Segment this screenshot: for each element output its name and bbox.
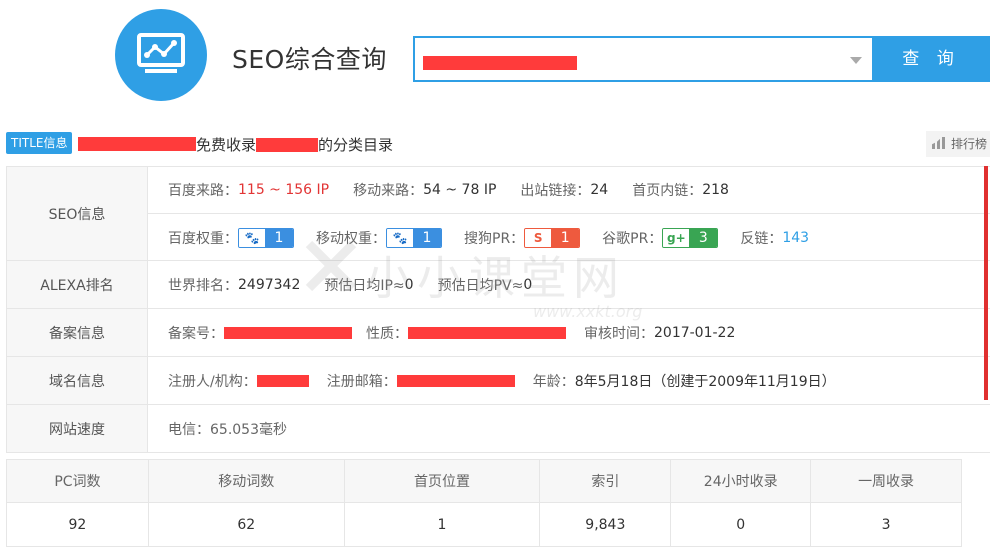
redacted-registrant (256, 374, 309, 387)
rank-button[interactable]: 排行榜 (926, 131, 990, 157)
speed-line: 电信：65.053毫秒 (148, 405, 990, 452)
baidu-weight-badge[interactable]: 🐾 1 (238, 227, 294, 248)
row-alexa: ALEXA排名 世界排名： 2497342 预估日均IP≈ 0 预估日均PV≈ 0 (6, 261, 990, 309)
sogou-icon: S (525, 228, 552, 247)
col-week-indexed: 一周收录 (810, 459, 962, 503)
chart-monitor-icon (137, 33, 185, 73)
outbound-links-value: 24 (590, 182, 609, 198)
speed-value: 电信：65.053毫秒 (168, 421, 287, 438)
col-pc-keywords: PC词数 (6, 459, 149, 503)
chevron-down-icon[interactable] (850, 57, 862, 64)
est-ip-value: 0 (404, 276, 414, 293)
google-plus-icon: g+ (663, 228, 690, 247)
redacted-email (396, 374, 515, 387)
row-label-speed: 网站速度 (6, 405, 148, 452)
seo-line-traffic: 百度来路： 115 ~ 156 IP 移动来路： 54 ~ 78 IP 出站链接： 2… (148, 167, 990, 214)
index-value[interactable]: 9,843 (539, 502, 672, 547)
col-mobile-keywords: 移动词数 (147, 459, 345, 503)
domain-line: 注册人/机构： 注册邮箱： 年龄： 8年5月18日（创建于2009年11月19日） (148, 357, 990, 404)
seo-info-table: SEO信息 百度来路： 115 ~ 156 IP 移动来路： 54 ~ 78 IP … (6, 166, 990, 453)
internal-links-value: 218 (702, 182, 729, 198)
redacted-domain (423, 56, 577, 70)
audit-time-key: 审核时间： (584, 325, 654, 342)
backlinks-key: 反链： (740, 230, 783, 247)
est-ip-key: 预估日均IP≈ (324, 277, 405, 294)
baidu-traffic-key: 百度来路： (168, 183, 238, 199)
col-home-position: 首页位置 (343, 459, 541, 503)
mobile-weight-key: 移动权重： (316, 230, 386, 247)
mobile-keywords-value[interactable]: 62 (147, 502, 345, 547)
col-index: 索引 (539, 459, 672, 503)
search-button[interactable]: 查 询 (872, 36, 990, 82)
redacted-title (78, 137, 196, 151)
age-value: 8年5月18日（创建于2009年11月19日） (574, 373, 836, 390)
title-badge: TITLE信息 (6, 132, 73, 154)
site-title: 免费收录 的分类目录 (196, 134, 393, 155)
row-label-alexa: ALEXA排名 (6, 261, 148, 308)
sogou-pr-badge[interactable]: S1 (524, 227, 581, 248)
home-position-value: 1 (343, 502, 541, 547)
mobile-traffic-key: 移动来路： (353, 183, 424, 199)
redacted-beian-nature (408, 326, 566, 339)
alexa-line: 世界排名： 2497342 预估日均IP≈ 0 预估日均PV≈ 0 (148, 261, 990, 308)
age-key: 年龄： (532, 373, 575, 390)
site-title-part2: 的分类目录 (318, 136, 394, 154)
scroll-indicator (984, 166, 988, 400)
est-pv-key: 预估日均PV≈ (437, 277, 524, 294)
row-seo: SEO信息 百度来路： 115 ~ 156 IP 移动来路： 54 ~ 78 IP … (6, 167, 990, 261)
row-speed: 网站速度 电信：65.053毫秒 (6, 405, 990, 453)
world-rank-value: 2497342 (238, 276, 301, 293)
logo (115, 9, 207, 101)
week-indexed-value[interactable]: 3 (810, 502, 962, 547)
24h-indexed-value[interactable]: 0 (670, 502, 812, 547)
beian-nature-key: 性质： (366, 325, 408, 342)
google-pr-key: 谷歌PR： (602, 230, 663, 247)
beian-line: 备案号： 性质： 审核时间： 2017-01-22 (148, 309, 990, 356)
search-input[interactable] (413, 36, 872, 82)
baidu-weight-value: 1 (265, 228, 293, 247)
site-title-part1: 免费收录 (196, 136, 257, 154)
internal-links-key: 首页内链： (632, 183, 703, 199)
stats-header-row: PC词数 移动词数 首页位置 索引 24小时收录 一周收录 (6, 459, 962, 503)
search-bar: 查 询 (413, 36, 990, 82)
stats-table: PC词数 移动词数 首页位置 索引 24小时收录 一周收录 92 62 1 9,… (6, 459, 962, 547)
redacted-title-mid (256, 138, 319, 152)
world-rank-key: 世界排名： (168, 277, 238, 294)
mobile-weight-value: 1 (413, 228, 441, 247)
mobile-weight-badge[interactable]: 🐾 1 (386, 227, 442, 248)
outbound-links-key: 出站链接： (520, 183, 591, 199)
paw-icon: 🐾 (239, 228, 265, 247)
row-label-seo: SEO信息 (6, 167, 148, 260)
baidu-weight-key: 百度权重： (168, 230, 238, 247)
google-pr-badge[interactable]: g+ 3 (662, 227, 719, 248)
sogou-pr-key: 搜狗PR： (464, 230, 525, 247)
email-key: 注册邮箱： (326, 373, 397, 390)
app-title: SEO综合查询 (232, 45, 387, 74)
row-label-domain: 域名信息 (6, 357, 148, 404)
col-24h-indexed: 24小时收录 (670, 459, 812, 503)
baidu-traffic-value: 115 ~ 156 IP (238, 182, 330, 198)
pc-keywords-value[interactable]: 92 (6, 502, 149, 547)
mobile-traffic-value: 54 ~ 78 IP (423, 182, 497, 198)
redacted-beian-number (224, 326, 352, 339)
backlinks-value[interactable]: 143 (782, 230, 809, 246)
stats-value-row: 92 62 1 9,843 0 3 (6, 502, 962, 547)
paw-icon: 🐾 (387, 228, 413, 247)
sogou-pr-value: 1 (551, 228, 580, 247)
bar-chart-icon (932, 137, 946, 149)
google-pr-value: 3 (689, 228, 718, 247)
rank-button-label: 排行榜 (951, 137, 988, 151)
registrant-key: 注册人/机构： (168, 373, 257, 390)
beian-number-key: 备案号： (168, 325, 224, 342)
seo-line-weights: 百度权重： 🐾 1 移动权重： 🐾 1 搜狗PR： S1 谷歌PR： g+ 3 反链：… (148, 214, 990, 261)
est-pv-value: 0 (523, 276, 533, 293)
row-beian: 备案信息 备案号： 性质： 审核时间： 2017-01-22 (6, 309, 990, 357)
audit-time-value: 2017-01-22 (654, 324, 736, 341)
row-label-beian: 备案信息 (6, 309, 148, 356)
row-domain: 域名信息 注册人/机构： 注册邮箱： 年龄： 8年5月18日（创建于2009年11… (6, 357, 990, 405)
